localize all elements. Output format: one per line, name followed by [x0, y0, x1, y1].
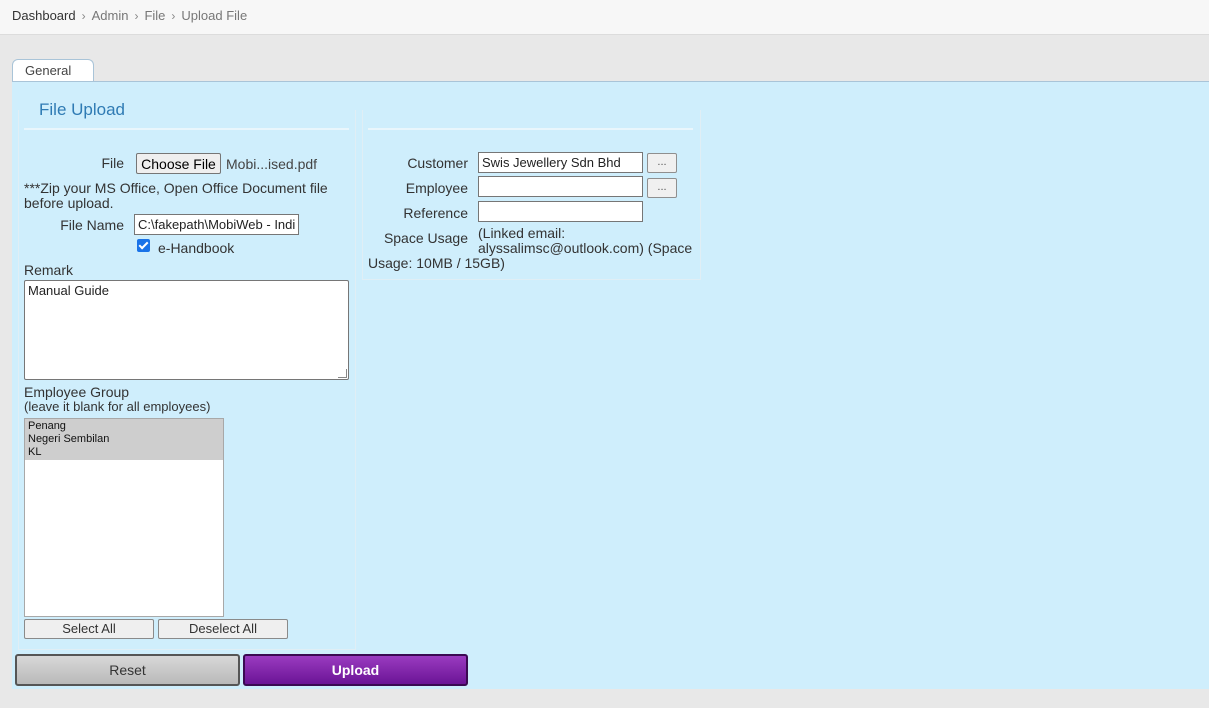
- remark-text: Manual Guide: [28, 283, 109, 298]
- details-divider: [368, 128, 693, 130]
- list-item[interactable]: Penang: [25, 419, 223, 433]
- chosen-file-name: Mobi...ised.pdf: [226, 156, 318, 172]
- employee-group-label: Employee Group: [24, 384, 130, 400]
- list-item[interactable]: KL: [25, 446, 223, 460]
- remark-textarea[interactable]: Manual Guide: [24, 280, 349, 380]
- chevron-right-icon: ›: [171, 8, 176, 23]
- employee-input[interactable]: [478, 176, 643, 197]
- list-item[interactable]: Negeri Sembilan: [25, 432, 223, 446]
- employee-group-listbox[interactable]: Penang Negeri Sembilan KL: [24, 418, 224, 617]
- file-label: File: [101, 155, 124, 171]
- main-panel: File Upload File Choose File Mobi...ised…: [12, 82, 1209, 689]
- deselect-all-button[interactable]: Deselect All: [158, 619, 288, 639]
- breadcrumb-upload-file: Upload File: [181, 8, 248, 23]
- e-handbook-label: e-Handbook: [158, 240, 235, 256]
- chevron-right-icon: ›: [134, 8, 139, 23]
- customer-label: Customer: [407, 155, 468, 171]
- remark-label: Remark: [24, 262, 74, 278]
- space-usage-line-2: alyssalimsc@outlook.com) (Space: [478, 240, 693, 256]
- breadcrumb-file[interactable]: File: [144, 8, 165, 23]
- reference-label: Reference: [403, 205, 468, 221]
- employee-group-hint: (leave it blank for all employees): [24, 399, 211, 414]
- breadcrumb: Dashboard › Admin › File › Upload File: [12, 8, 247, 23]
- space-usage-line-3: Usage: 10MB / 15GB): [368, 255, 505, 271]
- e-handbook-checkbox[interactable]: [137, 239, 150, 252]
- file-name-label: File Name: [60, 217, 124, 233]
- reference-input[interactable]: [478, 201, 643, 222]
- select-all-button[interactable]: Select All: [24, 619, 154, 639]
- reset-button[interactable]: Reset: [15, 654, 240, 686]
- upload-button[interactable]: Upload: [243, 654, 468, 686]
- breadcrumb-admin[interactable]: Admin: [92, 8, 129, 23]
- customer-lookup-button[interactable]: ...: [647, 153, 677, 173]
- choose-file-button[interactable]: Choose File: [136, 153, 221, 174]
- chevron-right-icon: ›: [81, 8, 86, 23]
- resize-handle-icon[interactable]: [338, 369, 347, 378]
- employee-label: Employee: [405, 180, 468, 196]
- zip-note: ***Zip your MS Office, Open Office Docum…: [24, 180, 328, 211]
- legend-divider: [24, 128, 349, 130]
- employee-lookup-button[interactable]: ...: [647, 178, 677, 198]
- space-usage-line-1: (Linked email:: [478, 225, 566, 241]
- top-bar: Dashboard › Admin › File › Upload File: [0, 0, 1209, 35]
- file-upload-legend: File Upload: [39, 100, 125, 119]
- breadcrumb-dashboard[interactable]: Dashboard: [12, 8, 76, 23]
- file-name-input[interactable]: [134, 214, 299, 235]
- customer-input[interactable]: [478, 152, 643, 173]
- tab-general[interactable]: General: [12, 59, 94, 82]
- space-usage-label: Space Usage: [383, 230, 468, 246]
